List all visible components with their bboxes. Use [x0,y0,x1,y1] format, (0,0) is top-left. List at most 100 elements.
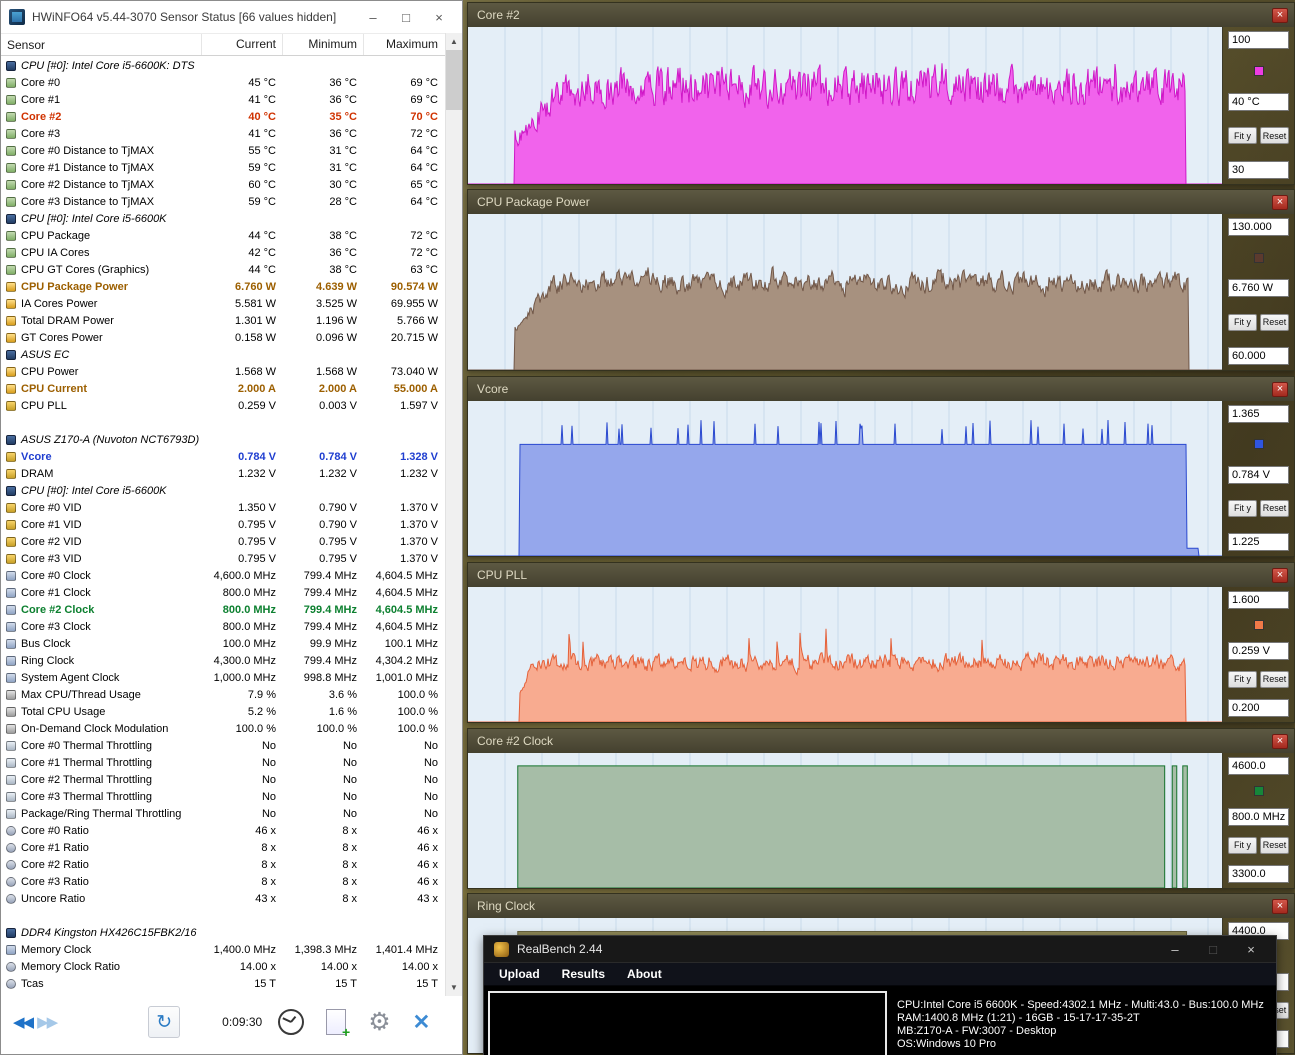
graph-max-input[interactable] [1228,405,1289,423]
table-scrollbar[interactable]: ▲ ▼ [445,33,462,996]
table-row[interactable]: Core #2 Clock 800.0 MHz 799.4 MHz 4,604.5 M… [1,601,445,618]
graph-max-input[interactable] [1228,31,1289,49]
graph-min-input[interactable] [1228,865,1289,883]
table-row[interactable]: Core #3 41 °C 36 °C 72 °C [1,125,445,142]
scroll-down-button[interactable]: ▼ [446,979,462,996]
reset-button[interactable]: Reset [1260,836,1289,854]
table-row[interactable]: Vcore 0.784 V 0.784 V 1.328 V [1,448,445,465]
graph-current-value-input[interactable] [1228,279,1289,297]
table-row[interactable]: CPU Power 1.568 W 1.568 W 73.040 W [1,363,445,380]
table-section-row[interactable]: CPU [#0]: Intel Core i5-6600K [1,482,445,499]
refresh-icon[interactable]: ↻ [148,1006,181,1038]
column-sensor[interactable]: Sensor [1,38,201,52]
table-row[interactable]: Tcas 15 T 15 T 15 T [1,975,445,992]
report-icon[interactable]: + [326,1009,350,1040]
table-row[interactable]: Core #1 VID 0.795 V 0.790 V 1.370 V [1,516,445,533]
realbench-titlebar[interactable]: RealBench 2.44 – □ × [484,936,1276,963]
table-row[interactable]: Package/Ring Thermal Throttling No No No [1,805,445,822]
scrollbar-track[interactable] [446,110,462,979]
graph-titlebar[interactable]: Core #2 Clock × [468,729,1294,753]
table-row[interactable]: Bus Clock 100.0 MHz 99.9 MHz 100.1 MHz [1,635,445,652]
gear-icon[interactable]: ⚙ [368,1009,390,1035]
table-row[interactable]: IA Cores Power 5.581 W 3.525 W 69.955 W [1,295,445,312]
graph-max-input[interactable] [1228,591,1289,609]
table-row[interactable]: Core #1 41 °C 36 °C 69 °C [1,91,445,108]
table-row[interactable]: Core #0 Ratio 46 x 8 x 46 x [1,822,445,839]
table-row[interactable]: Max CPU/Thread Usage 7.9 % 3.6 % 100.0 % [1,686,445,703]
table-row[interactable]: Core #2 Distance to TjMAX 60 °C 30 °C 65 °C [1,176,445,193]
table-row[interactable]: Core #1 Ratio 8 x 8 x 46 x [1,839,445,856]
nav-back-icon[interactable]: ◀◀ [13,1013,34,1031]
reset-button[interactable]: Reset [1260,127,1289,145]
fit-y-button[interactable]: Fit y [1228,499,1257,517]
close-button[interactable]: × [426,10,452,25]
graph-min-input[interactable] [1228,161,1289,179]
table-row[interactable]: Core #3 VID 0.795 V 0.795 V 1.370 V [1,550,445,567]
table-row[interactable]: Ring Clock 4,300.0 MHz 799.4 MHz 4,304.2 MH… [1,652,445,669]
table-row[interactable]: Total DRAM Power 1.301 W 1.196 W 5.766 W [1,312,445,329]
realbench-maximize-button[interactable]: □ [1198,942,1228,957]
menu-item-upload[interactable]: Upload [488,967,551,981]
menu-item-about[interactable]: About [616,967,673,981]
graph-current-value-input[interactable] [1228,807,1289,826]
table-row[interactable]: CPU IA Cores 42 °C 36 °C 72 °C [1,244,445,261]
table-section-row[interactable]: ASUS EC [1,346,445,363]
table-row[interactable]: GT Cores Power 0.158 W 0.096 W 20.715 W [1,329,445,346]
maximize-button[interactable]: □ [393,10,419,25]
fit-y-button[interactable]: Fit y [1228,836,1257,854]
graph-current-value-input[interactable] [1228,92,1289,111]
column-current[interactable]: Current [201,34,282,55]
table-row[interactable]: Core #2 VID 0.795 V 0.795 V 1.370 V [1,533,445,550]
graph-titlebar[interactable]: CPU Package Power × [468,190,1294,214]
reset-button[interactable]: Reset [1260,313,1289,331]
reset-button[interactable]: Reset [1260,670,1289,688]
graph-min-input[interactable] [1228,347,1289,365]
table-row[interactable]: Memory Clock 1,400.0 MHz 1,398.3 MHz 1,401.… [1,941,445,958]
fit-y-button[interactable]: Fit y [1228,127,1257,145]
graph-close-button[interactable]: × [1272,381,1288,397]
graph-color-swatch[interactable] [1253,439,1264,450]
scroll-up-button[interactable]: ▲ [446,33,462,50]
column-maximum[interactable]: Maximum [363,34,444,55]
graph-color-swatch[interactable] [1253,252,1264,263]
graph-close-button[interactable]: × [1272,7,1288,23]
graph-max-input[interactable] [1228,218,1289,236]
table-section-row[interactable]: CPU [#0]: Intel Core i5-6600K [1,210,445,227]
minimize-button[interactable]: – [360,10,386,25]
graph-min-input[interactable] [1228,699,1289,717]
table-row[interactable]: Core #0 Thermal Throttling No No No [1,737,445,754]
graph-color-swatch[interactable] [1253,786,1264,797]
clock-icon[interactable] [278,1009,305,1035]
graph-close-button[interactable]: × [1272,567,1288,583]
table-row[interactable]: Core #3 Ratio 8 x 8 x 46 x [1,873,445,890]
table-row[interactable]: Core #0 VID 1.350 V 0.790 V 1.370 V [1,499,445,516]
table-row[interactable]: Uncore Ratio 43 x 8 x 43 x [1,890,445,907]
table-row[interactable]: CPU PLL 0.259 V 0.003 V 1.597 V [1,397,445,414]
table-row[interactable]: Core #1 Distance to TjMAX 59 °C 31 °C 64 °C [1,159,445,176]
realbench-close-button[interactable]: × [1236,942,1266,957]
graph-color-swatch[interactable] [1253,65,1264,76]
menu-item-results[interactable]: Results [551,967,616,981]
table-row[interactable]: Core #1 Clock 800.0 MHz 799.4 MHz 4,604.5 M… [1,584,445,601]
graph-titlebar[interactable]: CPU PLL × [468,563,1294,587]
graph-titlebar[interactable]: Vcore × [468,377,1294,401]
graph-current-value-input[interactable] [1228,641,1289,660]
graph-close-button[interactable]: × [1272,194,1288,210]
table-row[interactable]: CPU Package Power 6.760 W 4.639 W 90.574 W [1,278,445,295]
table-section-row[interactable]: ASUS Z170-A (Nuvoton NCT6793D) [1,431,445,448]
table-row[interactable]: Core #0 Clock 4,600.0 MHz 799.4 MHz 4,604.5… [1,567,445,584]
table-row[interactable]: Core #3 Clock 800.0 MHz 799.4 MHz 4,604.5 M… [1,618,445,635]
table-row[interactable]: Core #3 Thermal Throttling No No No [1,788,445,805]
table-row[interactable]: CPU Package 44 °C 38 °C 72 °C [1,227,445,244]
table-row[interactable]: Core #0 Distance to TjMAX 55 °C 31 °C 64 °C [1,142,445,159]
graph-max-input[interactable] [1228,757,1289,775]
table-row[interactable]: CPU Current 2.000 A 2.000 A 55.000 A [1,380,445,397]
graph-color-swatch[interactable] [1253,620,1264,631]
hwinfo-titlebar[interactable]: HWiNFO64 v5.44-3070 Sensor Status [66 va… [1,1,462,33]
table-row[interactable]: Total CPU Usage 5.2 % 1.6 % 100.0 % [1,703,445,720]
column-minimum[interactable]: Minimum [282,34,363,55]
graph-min-input[interactable] [1228,533,1289,551]
table-row[interactable]: Core #1 Thermal Throttling No No No [1,754,445,771]
table-section-row[interactable]: CPU [#0]: Intel Core i5-6600K: DTS [1,57,445,74]
close-sensors-icon[interactable]: ✕ [413,1010,431,1035]
